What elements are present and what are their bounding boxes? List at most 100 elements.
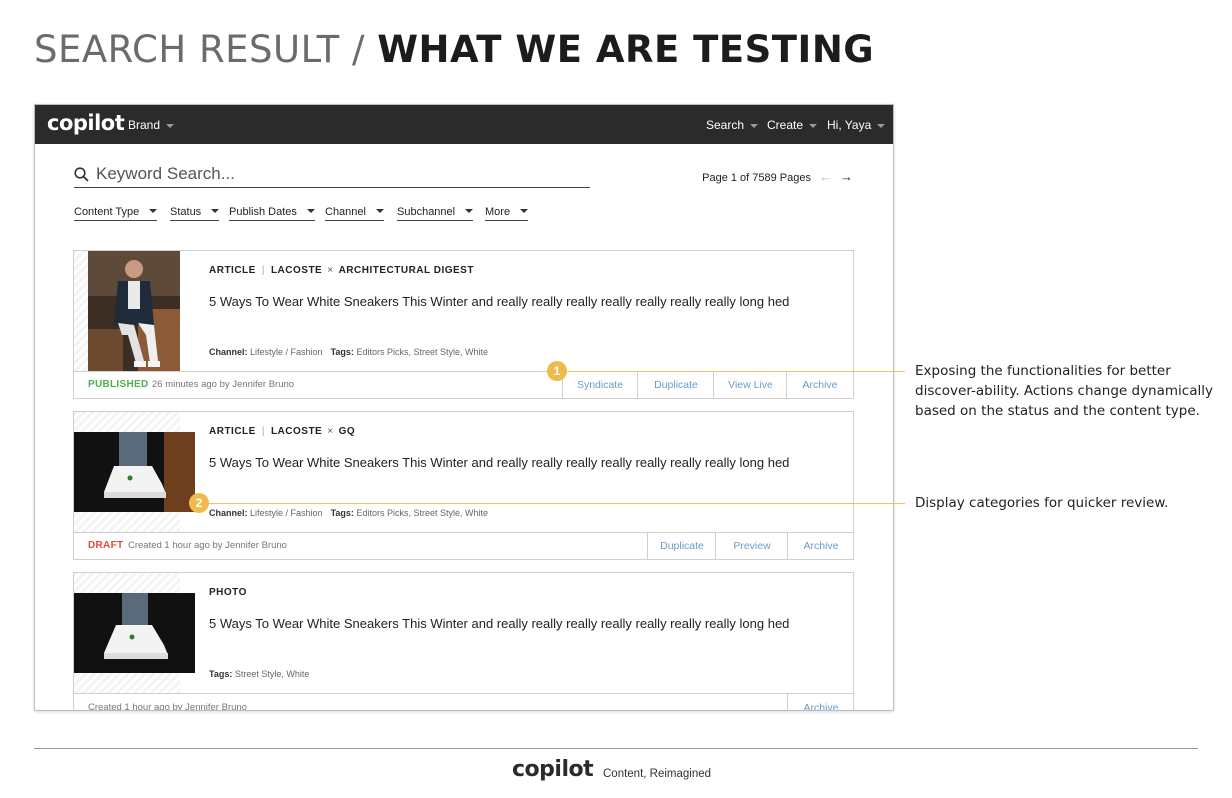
filter-publish-dates[interactable]: Publish Dates xyxy=(229,206,315,221)
content-type: ARTICLE xyxy=(209,426,256,437)
filter-label: More xyxy=(485,206,511,218)
status-badge: PUBLISHED xyxy=(88,379,149,390)
page-indicator: Page 1 of 7589 Pages xyxy=(702,172,811,184)
page-title: SEARCH RESULT / WHAT WE ARE TESTING xyxy=(34,28,874,71)
filter-more[interactable]: More xyxy=(485,206,529,221)
content-meta: ARTICLE | LACOSTE × ARCHITECTURAL DIGEST xyxy=(209,265,474,276)
byline: 26 minutes ago by Jennifer Bruno xyxy=(152,379,295,390)
annotation-1-note: Exposing the functionalities for better … xyxy=(915,363,1213,419)
filter-subchannel[interactable]: Subchannel xyxy=(397,206,474,221)
filter-status[interactable]: Status xyxy=(170,206,220,221)
cross-symbol: × xyxy=(327,265,334,276)
result-headline[interactable]: 5 Ways To Wear White Sneakers This Winte… xyxy=(209,292,829,311)
archive-button[interactable]: Archive xyxy=(787,694,854,710)
categories-row: Channel: Lifestyle / Fashion Tags: Editor… xyxy=(209,508,488,518)
partner-name: ARCHITECTURAL DIGEST xyxy=(338,265,474,276)
tags-value: Street Style, White xyxy=(234,669,310,679)
partner-name: GQ xyxy=(338,426,356,437)
result-actions: Duplicate Preview Archive xyxy=(647,533,853,559)
content-meta: ARTICLE | LACOSTE × GQ xyxy=(209,426,355,437)
prev-page-arrow-icon[interactable]: ← xyxy=(819,169,832,184)
divider: | xyxy=(261,265,265,276)
caret-down-icon xyxy=(306,209,315,213)
result-card[interactable]: ARTICLE | LACOSTE × ARCHITECTURAL DIGEST 5 W… xyxy=(73,250,854,399)
footer-copilot-logo: copilot xyxy=(512,757,594,782)
caret-down-icon xyxy=(375,209,384,213)
page-title-prefix: SEARCH RESULT / xyxy=(34,28,378,71)
archive-button[interactable]: Archive xyxy=(787,533,854,559)
app-screenshot-frame: copilot Brand Search Create Hi, Yaya Pag… xyxy=(34,104,894,711)
annotation-1-badge: 1 xyxy=(547,361,567,381)
caret-down-icon xyxy=(211,209,220,213)
brand-menu[interactable]: Brand xyxy=(128,118,175,132)
result-card[interactable]: ARTICLE | LACOSTE × GQ 5 Ways To Wear White … xyxy=(73,411,854,560)
annotation-2-note: Display categories for quicker review. xyxy=(915,495,1169,511)
page-title-main: WHAT WE ARE TESTING xyxy=(377,28,875,71)
chevron-down-icon xyxy=(750,123,759,128)
preview-button[interactable]: Preview xyxy=(715,533,788,559)
copilot-logo[interactable]: copilot xyxy=(47,111,125,135)
chevron-down-icon xyxy=(877,123,886,128)
footer-divider xyxy=(34,748,1198,749)
next-page-arrow-icon[interactable]: → xyxy=(840,169,853,184)
content-meta: PHOTO xyxy=(209,587,247,598)
search-input[interactable] xyxy=(96,162,576,186)
search-menu-label: Search xyxy=(706,118,745,132)
channel-label: Channel: xyxy=(209,347,248,357)
cross-symbol: × xyxy=(327,426,334,437)
chevron-down-icon xyxy=(166,123,175,128)
filter-label: Content Type xyxy=(74,206,140,218)
caret-down-icon xyxy=(465,209,474,213)
brand-menu-label: Brand xyxy=(128,118,161,132)
top-navigation-bar: copilot Brand Search Create Hi, Yaya xyxy=(35,105,893,144)
result-footer: PUBLISHED 26 minutes ago by Jennifer Bru… xyxy=(74,371,853,398)
caret-down-icon xyxy=(520,209,529,213)
filter-label: Subchannel xyxy=(397,206,456,218)
result-headline[interactable]: 5 Ways To Wear White Sneakers This Winte… xyxy=(209,453,829,472)
result-card[interactable]: PHOTO 5 Ways To Wear White Sneakers This… xyxy=(73,572,854,711)
tags-value: Editors Picks, Street Style, White xyxy=(356,508,488,518)
archive-button[interactable]: Archive xyxy=(786,372,853,398)
categories-row: Channel: Lifestyle / Fashion Tags: Editor… xyxy=(209,347,488,357)
search-bar xyxy=(74,162,590,188)
filter-label: Publish Dates xyxy=(229,206,297,218)
syndicate-button[interactable]: Syndicate xyxy=(562,372,637,398)
annotation-2-badge: 2 xyxy=(189,493,209,513)
byline: Created 1 hour ago by Jennifer Bruno xyxy=(128,540,287,551)
status-badge: DRAFT xyxy=(88,540,124,551)
footer-tagline: Content, Reimagined xyxy=(603,768,712,780)
brand-name: LACOSTE xyxy=(270,426,323,437)
result-thumbnail[interactable] xyxy=(88,251,180,371)
duplicate-button[interactable]: Duplicate xyxy=(637,372,714,398)
tags-label: Tags: xyxy=(330,347,354,357)
result-thumbnail[interactable] xyxy=(74,593,195,673)
result-footer: Created 1 hour ago by Jennifer Bruno Arc… xyxy=(74,693,854,711)
filter-content-type[interactable]: Content Type xyxy=(74,206,158,221)
tags-label: Tags: xyxy=(330,508,354,518)
create-menu[interactable]: Create xyxy=(767,118,818,132)
chevron-down-icon xyxy=(809,123,818,128)
search-icon[interactable] xyxy=(74,167,89,182)
annotation-1-leader-line xyxy=(566,371,905,372)
tags-value: Editors Picks, Street Style, White xyxy=(356,347,488,357)
channel-value: Lifestyle / Fashion xyxy=(250,347,323,357)
byline: Created 1 hour ago by Jennifer Bruno xyxy=(88,702,247,711)
categories-row: Tags: Street Style, White xyxy=(209,669,309,679)
user-menu[interactable]: Hi, Yaya xyxy=(827,118,886,132)
user-menu-label: Hi, Yaya xyxy=(827,118,872,132)
tags-label: Tags: xyxy=(209,669,233,679)
channel-value: Lifestyle / Fashion xyxy=(250,508,323,518)
result-headline[interactable]: 5 Ways To Wear White Sneakers This Winte… xyxy=(209,614,829,633)
result-actions: Archive xyxy=(787,694,854,710)
view-live-button[interactable]: View Live xyxy=(713,372,787,398)
brand-name: LACOSTE xyxy=(270,265,323,276)
search-menu[interactable]: Search xyxy=(706,118,759,132)
channel-label: Channel: xyxy=(209,508,248,518)
duplicate-button[interactable]: Duplicate xyxy=(647,533,716,559)
result-actions: Syndicate Duplicate View Live Archive xyxy=(562,372,853,398)
divider: | xyxy=(261,426,265,437)
annotation-2-leader-line xyxy=(207,503,905,504)
filter-channel[interactable]: Channel xyxy=(325,206,384,221)
result-thumbnail[interactable] xyxy=(74,432,195,512)
pagination: Page 1 of 7589 Pages ← → xyxy=(702,169,853,184)
